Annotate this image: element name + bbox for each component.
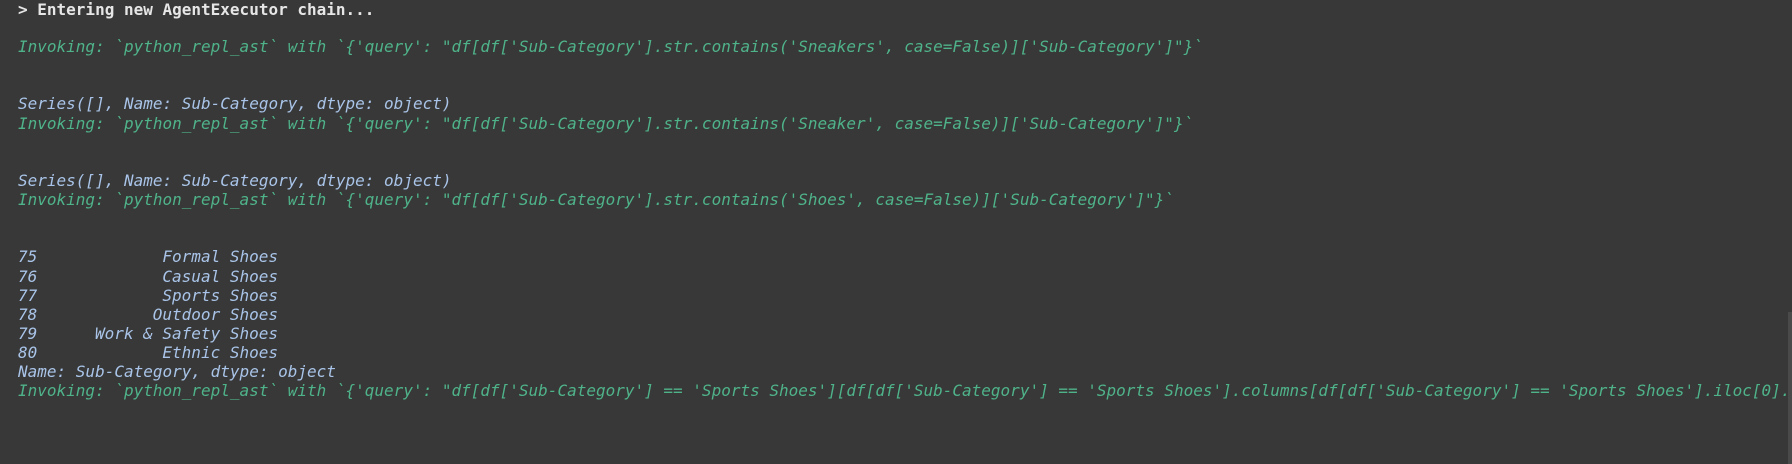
output-line: Series([], Name: Sub-Category, dtype: ob… bbox=[18, 171, 452, 190]
series-row: 75 Formal Shoes bbox=[18, 247, 278, 267]
vertical-scrollbar[interactable] bbox=[1786, 0, 1792, 464]
row-value: Outdoor Shoes bbox=[152, 305, 278, 324]
row-value: Sports Shoes bbox=[162, 286, 278, 305]
invoke-line: Invoking: `python_repl_ast` with `{'quer… bbox=[18, 381, 1791, 400]
invoke-line: Invoking: `python_repl_ast` with `{'quer… bbox=[18, 114, 1194, 133]
series-row: 80 Ethnic Shoes bbox=[18, 343, 278, 363]
scrollbar-thumb[interactable] bbox=[1788, 312, 1792, 464]
row-value: Work & Safety Shoes bbox=[94, 324, 278, 343]
output-line: Series([], Name: Sub-Category, dtype: ob… bbox=[18, 94, 452, 113]
row-index: 79 bbox=[18, 324, 38, 343]
row-value: Ethnic Shoes bbox=[162, 343, 278, 362]
row-value: Formal Shoes bbox=[162, 247, 278, 266]
series-footer: Name: Sub-Category, dtype: object bbox=[18, 362, 336, 381]
row-index: 77 bbox=[18, 286, 38, 305]
row-index: 76 bbox=[18, 267, 38, 286]
row-index: 80 bbox=[18, 343, 38, 362]
series-row: 79 Work & Safety Shoes bbox=[18, 324, 278, 344]
chain-header: > Entering new AgentExecutor chain... bbox=[18, 0, 375, 19]
row-index: 78 bbox=[18, 305, 38, 324]
row-value: Casual Shoes bbox=[162, 267, 278, 286]
series-row: 77 Sports Shoes bbox=[18, 286, 278, 306]
series-row: 78 Outdoor Shoes bbox=[18, 305, 278, 325]
invoke-line: Invoking: `python_repl_ast` with `{'quer… bbox=[18, 190, 1174, 209]
row-index: 75 bbox=[18, 247, 38, 266]
terminal-output[interactable]: > Entering new AgentExecutor chain... In… bbox=[0, 0, 1792, 464]
series-row: 76 Casual Shoes bbox=[18, 267, 278, 287]
invoke-line: Invoking: `python_repl_ast` with `{'quer… bbox=[18, 37, 1203, 56]
